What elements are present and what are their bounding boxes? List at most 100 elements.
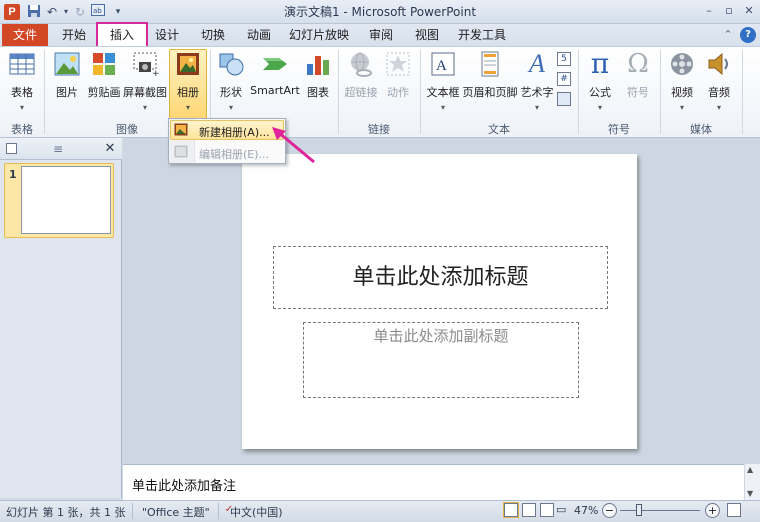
textbox-label: 文本框 (426, 86, 460, 99)
status-separator (132, 503, 133, 519)
film-reel-icon (671, 53, 693, 75)
scroll-down-icon[interactable]: ▼ (747, 489, 753, 498)
header-footer-icon (481, 51, 499, 77)
svg-text:+: + (152, 69, 159, 78)
group-label-media: 媒体 (690, 123, 712, 136)
wordart-icon: A (529, 49, 545, 78)
close-button[interactable]: ✕ (740, 3, 758, 19)
slide-sorter-view-icon[interactable] (522, 503, 536, 517)
new-album-icon (174, 123, 188, 136)
object-icon[interactable] (557, 92, 571, 106)
tab-design[interactable]: 设计 (148, 24, 186, 46)
tab-developer[interactable]: 开发工具 (454, 24, 510, 46)
group-label-tables: 表格 (11, 123, 33, 136)
action-star-icon (386, 52, 410, 76)
symbol-button[interactable]: Ω 符号 (620, 50, 656, 100)
slide-thumbnail[interactable] (21, 166, 111, 234)
tab-view[interactable]: 视图 (408, 24, 446, 46)
tab-review[interactable]: 审阅 (362, 24, 400, 46)
minimize-button[interactable]: – (700, 3, 718, 19)
chart-button[interactable]: 图表 (302, 50, 334, 100)
shapes-label: 形状 (220, 86, 242, 99)
outline-tab-icon[interactable]: ≡ (50, 141, 66, 157)
normal-view-icon[interactable] (504, 503, 518, 517)
menu-item-edit-album[interactable]: 编辑相册(E)... (199, 146, 269, 162)
minimize-ribbon-icon[interactable]: ⌃ (720, 27, 736, 43)
shapes-button[interactable]: 形状 ▾ (214, 50, 248, 112)
tab-file[interactable]: 文件 (2, 24, 48, 46)
wordart-label: 艺术字 (520, 86, 554, 99)
video-button[interactable]: 视频 ▾ (664, 50, 700, 112)
chevron-down-icon: ▾ (597, 103, 602, 112)
slides-tab-icon[interactable] (6, 143, 17, 154)
theme-status: "Office 主题" (142, 506, 210, 519)
chart-icon (307, 56, 329, 75)
zoom-out-button[interactable]: − (602, 503, 617, 518)
tab-animations[interactable]: 动画 (240, 24, 278, 46)
chevron-down-icon: ▾ (679, 103, 684, 112)
scroll-up-icon[interactable]: ▲ (747, 465, 753, 474)
status-separator (218, 503, 219, 519)
close-pane-icon[interactable]: ✕ (102, 141, 118, 157)
globe-link-icon (351, 52, 372, 77)
chevron-down-icon: ▾ (716, 103, 721, 112)
table-label: 表格 (11, 86, 33, 99)
photo-album-icon (177, 53, 199, 75)
chevron-down-icon: ▾ (142, 103, 147, 112)
slide-number-icon[interactable]: # (557, 72, 571, 86)
picture-label: 图片 (56, 86, 78, 99)
edit-album-icon (174, 145, 188, 158)
reading-view-icon[interactable] (540, 503, 554, 517)
header-footer-label: 页眉和页脚 (462, 86, 518, 99)
zoom-in-button[interactable]: + (705, 503, 720, 518)
audio-button[interactable]: 音频 ▾ (702, 50, 736, 112)
group-label-links: 链接 (368, 123, 390, 136)
chart-label: 图表 (307, 86, 329, 99)
wordart-button[interactable]: A 艺术字 ▾ (518, 49, 556, 113)
chevron-down-icon: ▾ (185, 103, 190, 112)
smartart-label: SmartArt (250, 84, 300, 97)
smartart-icon (263, 58, 287, 70)
header-footer-button[interactable]: 页眉和页脚 (462, 50, 518, 100)
annotation-arrow-icon (272, 127, 315, 164)
screenshot-label: 屏幕截图 (123, 86, 167, 99)
action-button[interactable]: 动作 (382, 50, 414, 100)
chevron-down-icon: ▾ (534, 103, 539, 112)
group-label-symbols: 符号 (608, 123, 630, 136)
table-icon (9, 53, 35, 75)
picture-icon (54, 52, 80, 76)
menu-item-new-album[interactable]: 新建相册(A)... (199, 124, 270, 140)
notes-placeholder: 单击此处添加备注 (132, 479, 237, 494)
hyperlink-label: 超链接 (344, 86, 378, 99)
tab-slideshow[interactable]: 幻灯片放映 (286, 24, 352, 46)
smartart-button[interactable]: SmartArt (250, 50, 300, 97)
slideshow-view-icon[interactable]: ▭ (556, 503, 566, 516)
table-button[interactable]: 表格 ▾ (4, 50, 40, 112)
album-button[interactable]: 相册 ▾ (169, 50, 207, 112)
picture-button[interactable]: 图片 (50, 50, 84, 100)
album-label: 相册 (177, 86, 199, 99)
screenshot-button[interactable]: + 屏幕截图 ▾ (122, 50, 168, 112)
zoom-slider-track[interactable] (620, 510, 700, 511)
fit-to-window-icon[interactable] (727, 503, 741, 517)
subtitle-placeholder-text: 单击此处添加副标题 (373, 327, 509, 345)
language-status[interactable]: 中文(中国) (230, 504, 283, 520)
tab-home[interactable]: 开始 (54, 24, 94, 46)
textbox-button[interactable]: A 文本框 ▾ (424, 50, 462, 112)
zoom-level[interactable]: 47% (574, 504, 598, 517)
equation-button[interactable]: π 公式 ▾ (582, 47, 618, 113)
shapes-icon (219, 53, 244, 76)
zoom-slider-thumb[interactable] (636, 504, 642, 516)
clipart-button[interactable]: 剪贴画 (86, 50, 122, 100)
maximize-button[interactable]: ▫ (720, 3, 738, 19)
slide-number: 1 (9, 168, 17, 181)
help-icon[interactable]: ? (740, 27, 756, 43)
textbox-icon: A (431, 52, 455, 76)
chevron-down-icon: ▾ (19, 103, 24, 112)
pi-icon: π (590, 47, 610, 80)
tab-transitions[interactable]: 切换 (194, 24, 232, 46)
tab-insert[interactable]: 插入 (100, 24, 144, 46)
hyperlink-button[interactable]: 超链接 (342, 50, 380, 100)
window-title: 演示文稿1 - Microsoft PowerPoint (283, 5, 477, 19)
date-time-icon[interactable]: 5 (557, 52, 571, 66)
